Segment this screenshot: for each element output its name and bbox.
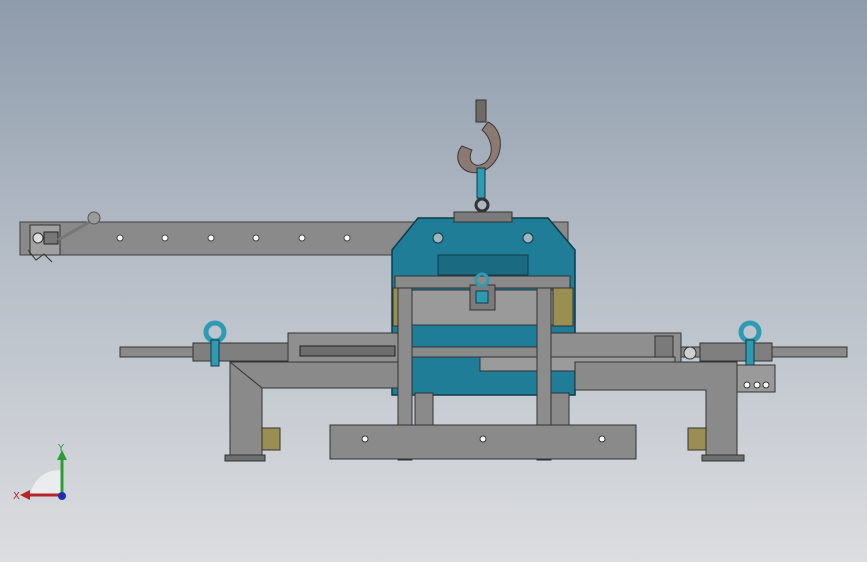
cad-viewport[interactable]: Y X bbox=[0, 0, 867, 562]
x-axis-arrow bbox=[20, 490, 30, 500]
y-axis-label: Y bbox=[57, 443, 65, 454]
z-axis-dot bbox=[58, 492, 66, 500]
lifting-hook[interactable] bbox=[453, 99, 513, 223]
base-plate[interactable] bbox=[329, 424, 637, 460]
orientation-triad: Y X bbox=[13, 443, 67, 502]
x-axis-label: X bbox=[13, 491, 20, 502]
assembly-model[interactable] bbox=[0, 0, 867, 562]
triad-plane bbox=[30, 469, 62, 495]
